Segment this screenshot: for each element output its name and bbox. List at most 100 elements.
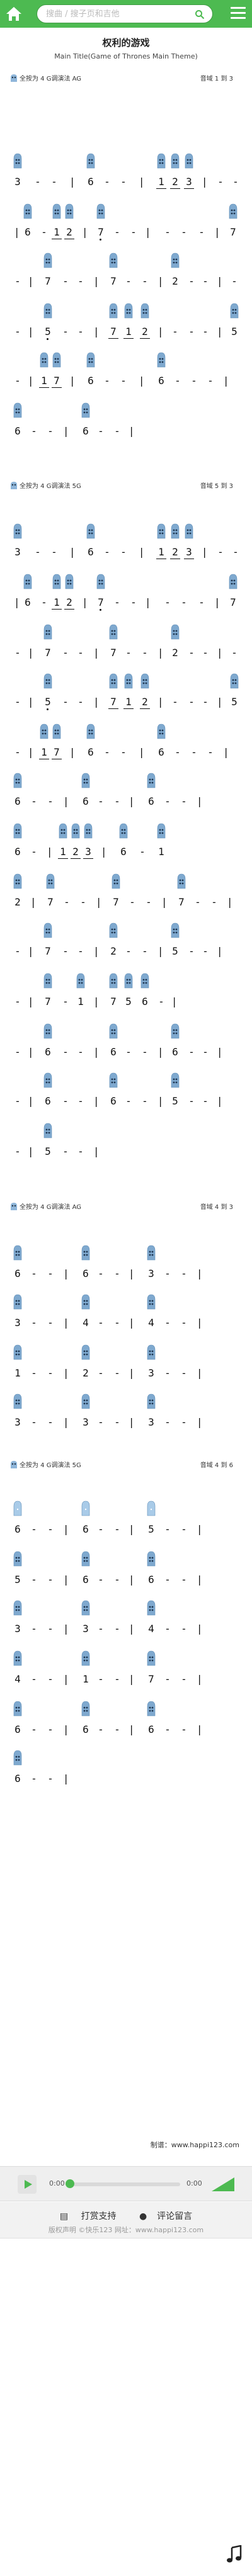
bar-line: | bbox=[159, 945, 163, 957]
fingering-diagram bbox=[43, 252, 52, 268]
hold-dash: - bbox=[14, 996, 21, 1007]
fingering-diagram bbox=[124, 672, 133, 689]
note: 6 bbox=[88, 746, 94, 758]
bar-line: | bbox=[159, 326, 163, 338]
notation-row: 6- | 1 2 3 | 6-1 bbox=[8, 822, 244, 860]
hold-dash: - bbox=[31, 1268, 37, 1279]
fingering-diagram bbox=[140, 302, 149, 319]
hold-dash: - bbox=[142, 945, 148, 957]
fingering-diagram bbox=[43, 1122, 52, 1138]
volume-icon[interactable] bbox=[210, 2176, 236, 2193]
note: 7 bbox=[98, 596, 104, 608]
hold-dash: - bbox=[62, 996, 69, 1007]
hold-dash: - bbox=[191, 746, 197, 758]
hold-dash: - bbox=[130, 596, 137, 608]
hold-dash: - bbox=[181, 1574, 187, 1586]
note: 6 bbox=[83, 795, 89, 807]
bar-line: | bbox=[218, 1046, 222, 1058]
search-box[interactable] bbox=[37, 4, 213, 23]
note: 2 bbox=[66, 226, 72, 238]
section-info: 全按为 4 G调演法 5G bbox=[10, 480, 81, 490]
bar-line: | bbox=[146, 226, 150, 238]
note: 6 bbox=[25, 596, 31, 608]
hold-dash: - bbox=[181, 1416, 187, 1428]
play-button[interactable] bbox=[18, 2175, 37, 2194]
donate-link[interactable]: ▤ 打赏支持 bbox=[55, 2211, 122, 2221]
progress-thumb[interactable] bbox=[66, 2179, 74, 2188]
fingering-diagram bbox=[140, 672, 149, 689]
hold-dash: - bbox=[146, 896, 152, 908]
note: 7 bbox=[45, 945, 51, 957]
note: 5 bbox=[45, 326, 51, 338]
bar-line: | bbox=[64, 1673, 68, 1685]
hold-dash: - bbox=[130, 226, 137, 238]
music-note-icon[interactable] bbox=[226, 2545, 243, 2564]
bar-line: | bbox=[64, 795, 68, 807]
hold-dash: - bbox=[114, 1574, 120, 1586]
note: 7 bbox=[45, 996, 51, 1007]
hold-dash: - bbox=[14, 375, 21, 387]
fingering-diagram bbox=[52, 351, 61, 368]
hold-dash: - bbox=[232, 546, 239, 558]
hold-dash: - bbox=[62, 1046, 69, 1058]
fingering-diagram bbox=[157, 723, 166, 739]
bar-line: | bbox=[215, 596, 219, 608]
hold-dash: - bbox=[31, 1367, 37, 1379]
bar-line: | bbox=[159, 696, 163, 708]
fingering-diagram bbox=[109, 922, 118, 938]
fingering-diagram bbox=[171, 523, 180, 539]
fingering-diagram bbox=[13, 1344, 22, 1360]
fingering-diagram bbox=[177, 873, 186, 889]
note: 2 bbox=[172, 176, 178, 188]
note: 6 bbox=[110, 1046, 117, 1058]
home-button[interactable] bbox=[5, 5, 23, 23]
bar-line: | bbox=[163, 896, 166, 908]
fingering-diagram bbox=[109, 672, 118, 689]
note: 1 bbox=[14, 1367, 21, 1379]
menu-button[interactable] bbox=[231, 7, 246, 21]
note: 7 bbox=[148, 1673, 154, 1685]
underline bbox=[108, 338, 118, 339]
note: 6 bbox=[158, 746, 164, 758]
fingering-diagram bbox=[81, 1393, 90, 1409]
fingering-diagram bbox=[43, 1023, 52, 1039]
comment-link[interactable]: ● 评论留言 bbox=[134, 2211, 197, 2221]
fingering-diagram bbox=[81, 1293, 90, 1310]
note: 7 bbox=[54, 746, 60, 758]
hold-dash: - bbox=[231, 647, 238, 659]
note: 5 bbox=[172, 945, 178, 957]
note: 1 bbox=[125, 326, 132, 338]
bar-line: | bbox=[29, 945, 33, 957]
bar-line: | bbox=[130, 1416, 134, 1428]
note: 4 bbox=[14, 1673, 21, 1685]
progress-track[interactable] bbox=[68, 2182, 180, 2186]
fingering-diagram bbox=[13, 873, 22, 889]
note: 7 bbox=[230, 596, 236, 608]
hold-dash: - bbox=[35, 546, 41, 558]
copyright: 版权声明 ©快乐123 网址：www.happi123.com bbox=[48, 2226, 204, 2234]
fingering-diagram bbox=[124, 972, 133, 989]
hold-dash: - bbox=[47, 1416, 54, 1428]
hold-dash: - bbox=[47, 795, 54, 807]
hold-dash: - bbox=[62, 275, 69, 287]
fingering-diagram bbox=[81, 1500, 90, 1516]
note: 7 bbox=[113, 896, 119, 908]
search-input[interactable] bbox=[46, 5, 197, 23]
hold-dash: - bbox=[211, 896, 217, 908]
notation-row: 6- - | 6- - | 6- - | bbox=[8, 772, 244, 810]
note: 1 bbox=[158, 176, 164, 188]
underline bbox=[156, 188, 166, 189]
note: 3 bbox=[83, 1623, 89, 1635]
note: 5 bbox=[231, 326, 238, 338]
fingering-diagram bbox=[109, 972, 118, 989]
search-icon[interactable] bbox=[195, 9, 205, 20]
top-bar bbox=[0, 0, 252, 28]
range-info: 音域 4 到 6 bbox=[200, 1462, 233, 1469]
underline bbox=[52, 387, 62, 388]
bar-line: | bbox=[94, 996, 98, 1007]
bar-line: | bbox=[94, 326, 98, 338]
fingering-diagram bbox=[185, 152, 193, 169]
underline bbox=[170, 188, 180, 189]
hold-dash: - bbox=[188, 696, 195, 708]
note: 3 bbox=[14, 176, 21, 188]
